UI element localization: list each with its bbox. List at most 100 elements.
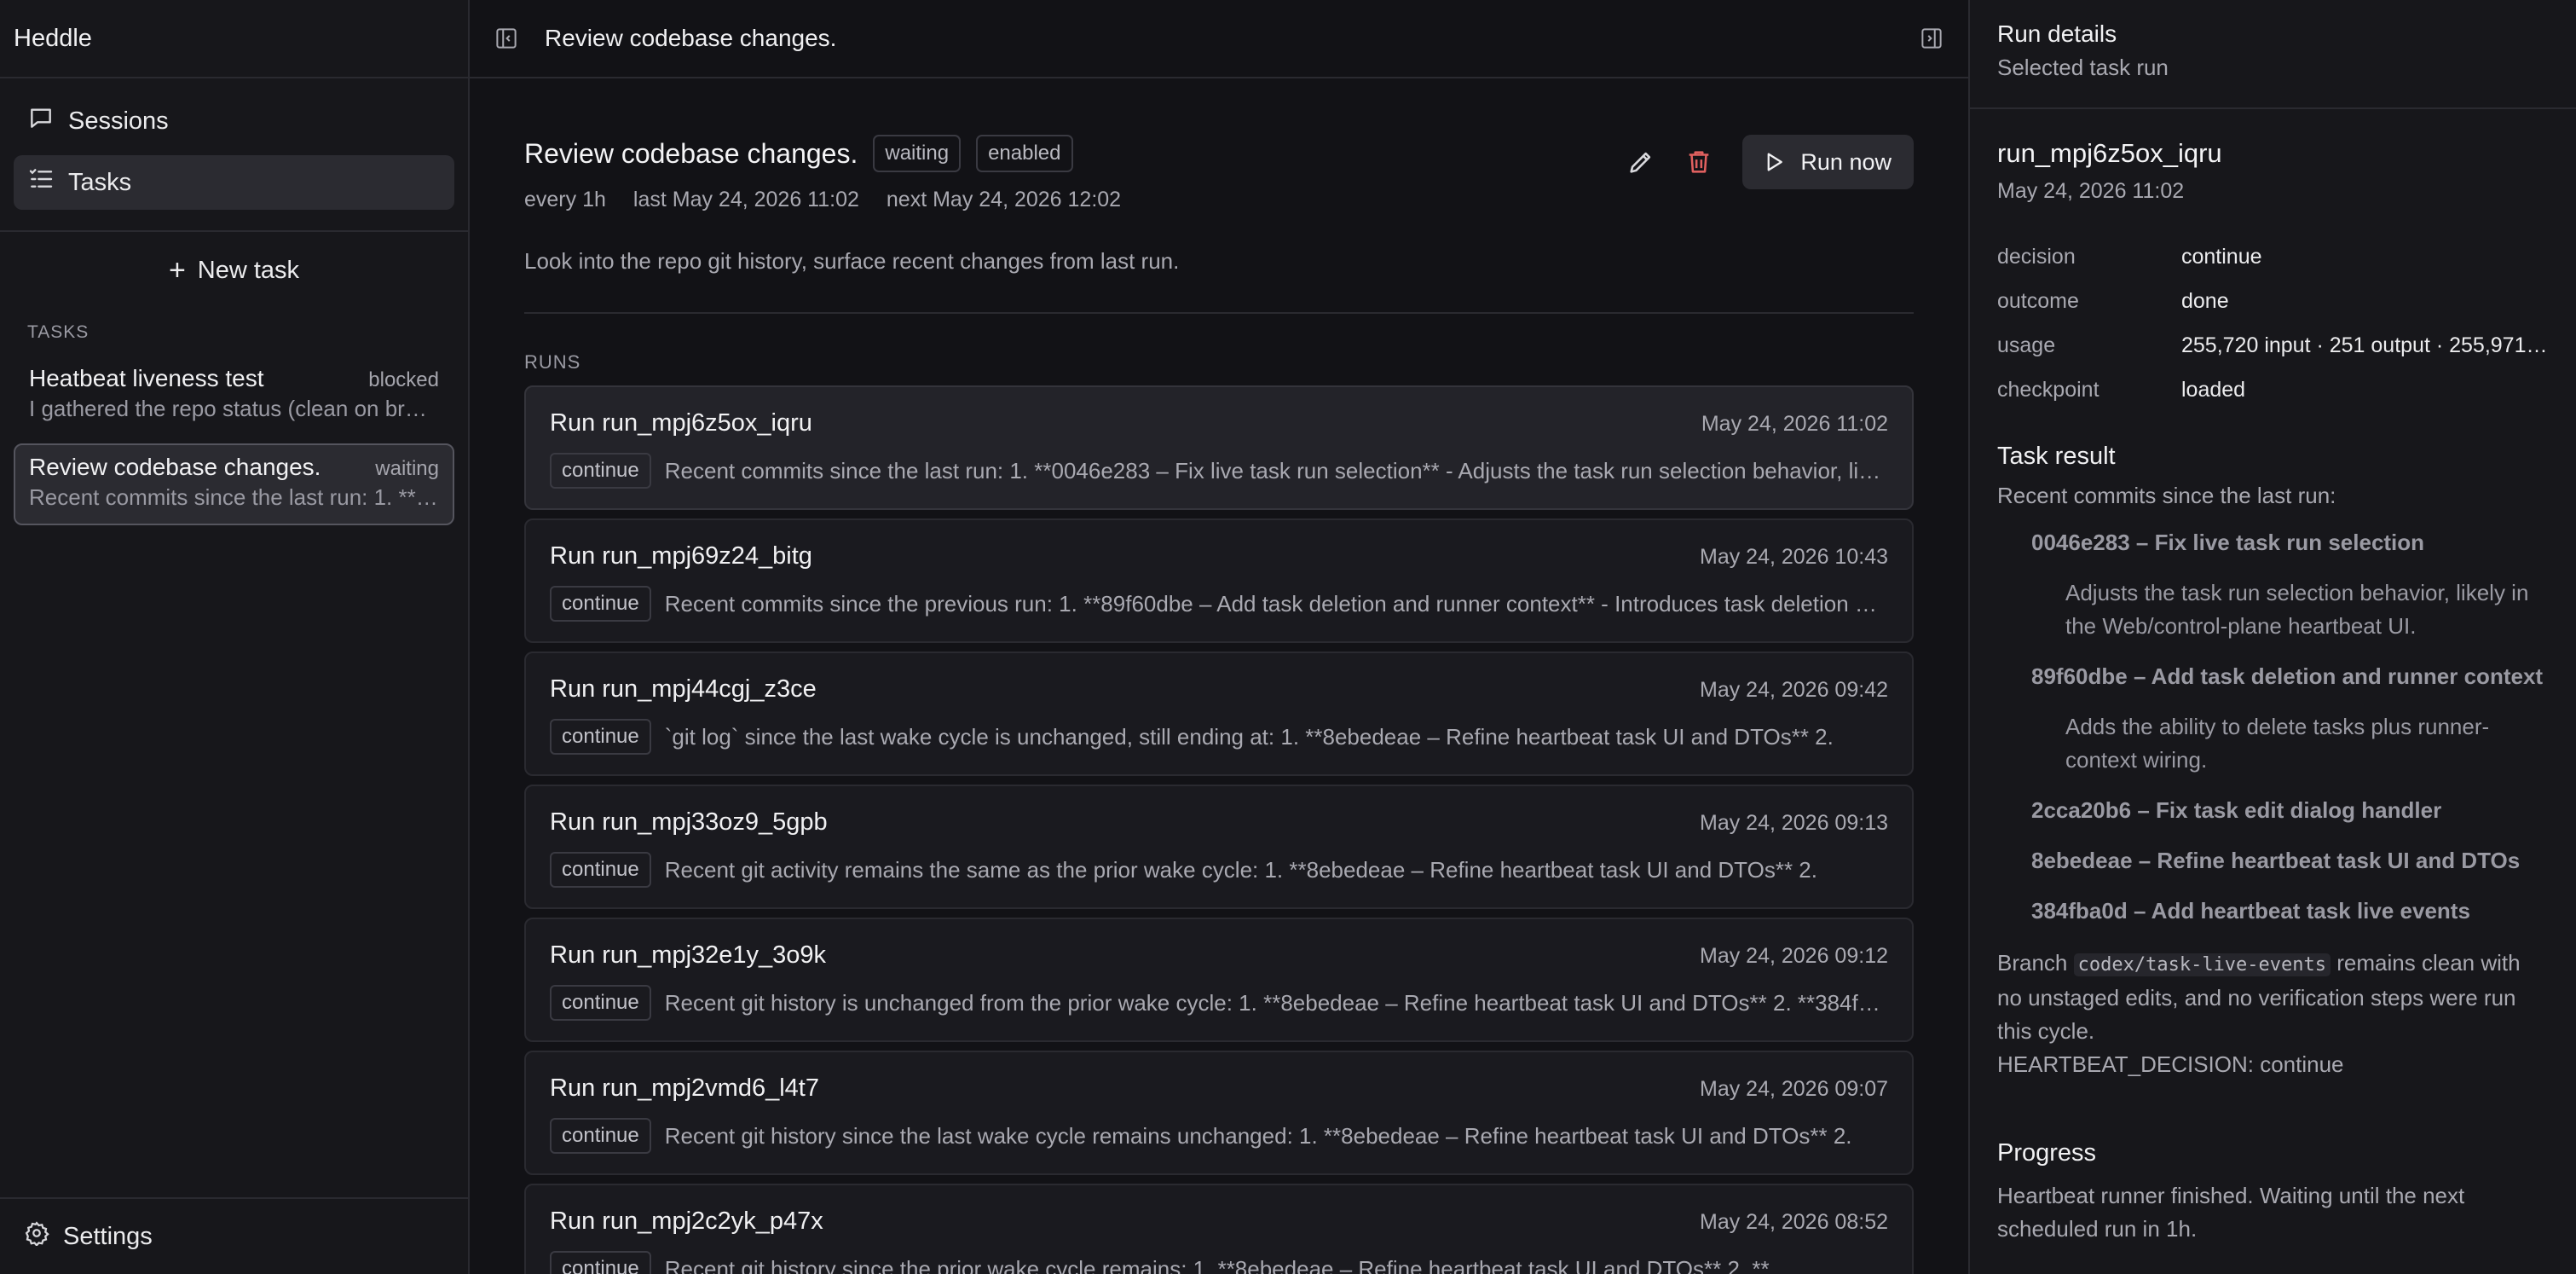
- decision-badge: continue: [550, 586, 651, 622]
- decision-badge: continue: [550, 1118, 651, 1154]
- task-status: blocked: [368, 368, 439, 391]
- field-key: outcome: [1997, 288, 2079, 313]
- progress-text: Heartbeat runner finished. Waiting until…: [1997, 1183, 2465, 1242]
- field-key: checkpoint: [1997, 377, 2099, 402]
- gear-icon: [24, 1220, 49, 1253]
- field-value: loaded: [2181, 377, 2246, 402]
- task-list: Heatbeat liveness test blocked I gathere…: [0, 343, 468, 525]
- main-header: Review codebase changes.: [470, 0, 1968, 78]
- run-card[interactable]: Run run_mpj32e1y_3o9k May 24, 2026 09:12 …: [524, 918, 1914, 1042]
- run-title: Run run_mpj6z5ox_iqru: [550, 409, 812, 437]
- field-row: usage 255,720 input · 251 output · 255,97…: [1997, 323, 2549, 368]
- plus-icon: +: [168, 254, 186, 287]
- run-title: Run run_mpj44cgj_z3ce: [550, 675, 817, 703]
- details-heading: Run details: [1997, 20, 2117, 47]
- task-result-heading: Task result: [1997, 443, 2116, 470]
- field-row: checkpoint loaded: [1997, 368, 2549, 412]
- field-key: usage: [1997, 333, 2056, 357]
- main-panel: Review codebase changes. Review codebase…: [470, 0, 1970, 1274]
- task-schedule-meta: every 1h last May 24, 2026 11:02 next Ma…: [524, 188, 1121, 212]
- run-date: May 24, 2026 09:12: [1700, 944, 1888, 968]
- commit-description: Adjusts the task run selection behavior,…: [2065, 580, 2529, 639]
- settings-label: Settings: [63, 1222, 153, 1250]
- task-title: Heatbeat liveness test: [29, 365, 264, 391]
- delete-task-button[interactable]: [1684, 148, 1713, 177]
- sidebar-item-label: Tasks: [68, 168, 132, 196]
- commit-description: Adds the ability to delete tasks plus ru…: [2065, 714, 2490, 773]
- edit-task-button[interactable]: [1626, 148, 1655, 177]
- run-date: May 24, 2026 09:42: [1700, 678, 1888, 702]
- run-card[interactable]: Run run_mpj2c2yk_p47x May 24, 2026 08:52 …: [524, 1184, 1914, 1274]
- commit-title: 8ebedeae – Refine heartbeat task UI and …: [2031, 848, 2521, 873]
- schedule-interval: every 1h: [524, 188, 606, 211]
- run-title: Run run_mpj32e1y_3o9k: [550, 941, 827, 969]
- enabled-badge: enabled: [976, 135, 1073, 172]
- field-value: continue: [2181, 244, 2262, 269]
- commit-title: 384fba0d – Add heartbeat task live event…: [2031, 898, 2470, 924]
- run-card[interactable]: Run run_mpj69z24_bitg May 24, 2026 10:43 …: [524, 518, 1914, 643]
- run-date: May 24, 2026 08:52: [1700, 1210, 1888, 1234]
- run-date: May 24, 2026 11:02: [1701, 412, 1888, 436]
- run-title: Run run_mpj2c2yk_p47x: [550, 1207, 823, 1235]
- toggle-details-button[interactable]: [1919, 26, 1944, 51]
- run-title: Run run_mpj33oz9_5gpb: [550, 808, 828, 836]
- status-badge: waiting: [873, 135, 962, 172]
- run-snippet: Recent git history is unchanged from the…: [664, 989, 1888, 1016]
- run-card-selected[interactable]: Run run_mpj6z5ox_iqru May 24, 2026 11:02 …: [524, 385, 1914, 510]
- run-snippet: Recent git history since the prior wake …: [664, 1255, 1770, 1274]
- run-card[interactable]: Run run_mpj44cgj_z3ce May 24, 2026 09:42 …: [524, 651, 1914, 776]
- chat-bubble-icon: [27, 104, 55, 138]
- run-now-button[interactable]: Run now: [1742, 135, 1914, 189]
- sidebar-item-tasks[interactable]: Tasks: [14, 155, 454, 210]
- run-title: Run run_mpj2vmd6_l4t7: [550, 1074, 819, 1102]
- run-date: May 24, 2026 09:07: [1700, 1077, 1888, 1101]
- last-run-time: last May 24, 2026 11:02: [632, 188, 859, 211]
- new-task-button[interactable]: + New task: [0, 232, 468, 309]
- run-list: Run run_mpj6z5ox_iqru May 24, 2026 11:02 …: [524, 385, 1914, 1274]
- decision-badge: continue: [550, 719, 651, 755]
- run-card[interactable]: Run run_mpj2vmd6_l4t7 May 24, 2026 09:07 …: [524, 1051, 1914, 1175]
- progress-heading: Progress: [1997, 1139, 2097, 1167]
- run-fields: decision continue outcome done usage 255,72…: [1997, 235, 2549, 412]
- run-card[interactable]: Run run_mpj33oz9_5gpb May 24, 2026 09:13 …: [524, 785, 1914, 909]
- next-run-time: next May 24, 2026 12:02: [886, 188, 1122, 211]
- task-header: Review codebase changes. waiting enabled…: [524, 135, 1914, 212]
- task-list-icon: [27, 165, 55, 200]
- task-list-item[interactable]: Heatbeat liveness test blocked I gathere…: [14, 355, 454, 437]
- run-title: Run run_mpj69z24_bitg: [550, 542, 812, 570]
- details-header: Run details Selected task run: [1970, 0, 2576, 109]
- task-title: Review codebase changes.: [524, 137, 858, 169]
- decision-badge: continue: [550, 1251, 651, 1274]
- task-snippet: Recent commits since the last run: 1. **…: [29, 484, 439, 510]
- task-status: waiting: [375, 457, 439, 480]
- task-list-item-selected[interactable]: Review codebase changes. waiting Recent …: [14, 443, 454, 525]
- run-now-label: Run now: [1800, 148, 1892, 175]
- task-content: Review codebase changes. waiting enabled…: [470, 78, 1968, 1274]
- panel-right-icon: [1921, 28, 1942, 49]
- run-id: run_mpj6z5ox_iqru: [1997, 138, 2222, 168]
- branch-prefix: Branch: [1997, 950, 2068, 976]
- decision-line: HEARTBEAT_DECISION: continue: [1997, 1051, 2344, 1077]
- run-snippet: `git log` since the last wake cycle is u…: [664, 723, 1834, 750]
- tasks-heading: TASKS: [27, 322, 90, 342]
- task-snippet: I gathered the repo status (clean on bra…: [29, 396, 439, 421]
- run-snippet: Recent commits since the last run: 1. **…: [664, 457, 1888, 484]
- field-row: decision continue: [1997, 235, 2549, 279]
- branch-name: codex/task-live-events: [2073, 953, 2331, 976]
- run-date: May 24, 2026 10:43: [1700, 545, 1888, 569]
- run-snippet: Recent commits since the previous run: 1…: [664, 590, 1888, 617]
- sidebar-item-sessions[interactable]: Sessions: [14, 94, 454, 148]
- decision-badge: continue: [550, 985, 651, 1021]
- panel-left-icon: [496, 28, 517, 49]
- sidebar: Heddle Sessions Tasks + New task TASKS H…: [0, 0, 470, 1274]
- task-description: Look into the repo git history, surface …: [524, 248, 1914, 314]
- collapse-sidebar-button[interactable]: [494, 26, 519, 51]
- commit-title: 0046e283 – Fix live task run selection: [2031, 530, 2425, 555]
- page-title: Review codebase changes.: [545, 25, 837, 51]
- run-id-date: May 24, 2026 11:02: [1997, 179, 2185, 203]
- settings-button[interactable]: Settings: [0, 1197, 468, 1274]
- app-name: Heddle: [0, 0, 468, 78]
- commit-title: 89f60dbe – Add task deletion and runner …: [2031, 663, 2544, 689]
- branch-summary: Branch codex/task-live-events remains cl…: [1997, 947, 2549, 1081]
- sidebar-item-label: Sessions: [68, 107, 169, 135]
